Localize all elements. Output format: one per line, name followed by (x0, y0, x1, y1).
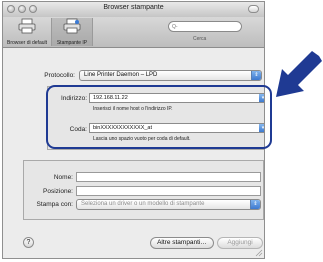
default-browser-button[interactable]: Browser di default (5, 18, 49, 46)
updown-arrows-icon: ⇕ (250, 200, 260, 209)
default-browser-label: Browser di default (6, 40, 48, 46)
updown-arrows-icon: ⇕ (251, 71, 261, 80)
protocol-select[interactable]: Line Printer Daemon – LPD ⇕ (79, 70, 262, 81)
protocol-value: Line Printer Daemon – LPD (84, 72, 158, 78)
position-label: Posizione: (43, 188, 73, 195)
name-field[interactable] (76, 172, 261, 182)
protocol-label: Protocollo: (44, 72, 75, 79)
toolbar-toggle-button[interactable] (248, 5, 259, 13)
annotation-arrow-icon (276, 51, 322, 97)
printer-icon (18, 18, 36, 34)
more-printers-button[interactable]: Altre stampanti… (150, 237, 214, 249)
print-with-label: Stampa con: (36, 201, 74, 208)
help-button[interactable]: ? (23, 237, 34, 248)
title-bar: Browser stampante (3, 2, 264, 18)
name-label: Nome: (53, 174, 73, 181)
print-with-select[interactable]: Seleziona un driver o un modello di stam… (76, 199, 261, 210)
ip-printer-button[interactable]: Stampante IP (51, 18, 93, 46)
window-title: Browser stampante (103, 4, 164, 11)
print-with-value: Seleziona un driver o un modello di stam… (81, 201, 205, 207)
search-input[interactable] (168, 21, 242, 32)
toolbar: Browser di default Stampante IP Cerca (3, 17, 264, 48)
resize-grip-icon[interactable] (255, 249, 263, 257)
position-field[interactable] (76, 186, 261, 196)
add-button[interactable]: Aggiungi (217, 237, 263, 249)
search-label: Cerca (193, 36, 207, 42)
ip-printer-icon (63, 18, 81, 34)
ip-printer-label: Stampante IP (56, 40, 88, 46)
annotation-highlight (46, 85, 272, 149)
